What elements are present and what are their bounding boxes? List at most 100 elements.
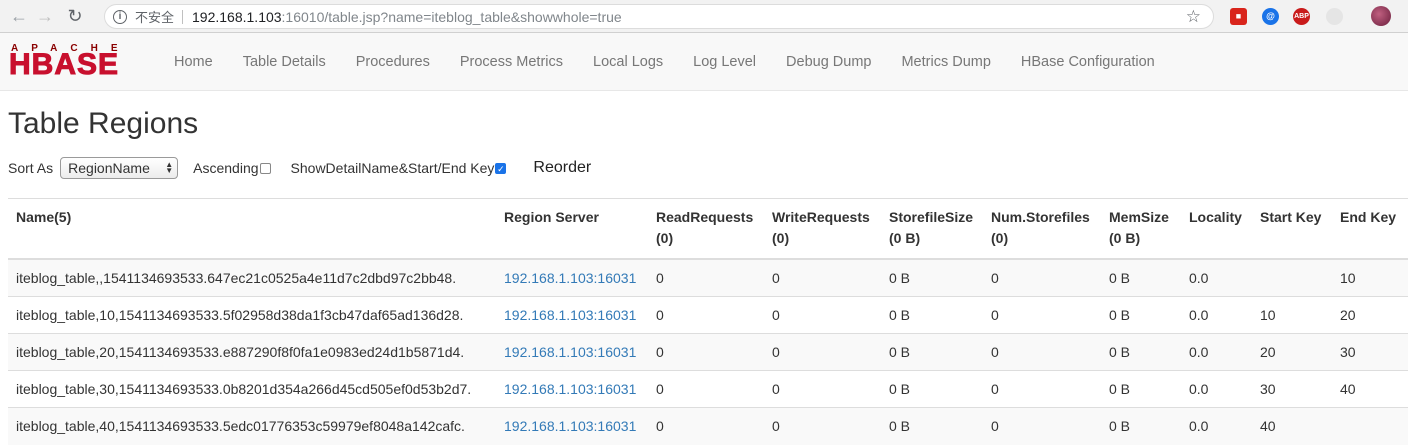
column-header: Num.Storefiles (0) bbox=[983, 198, 1101, 260]
nav-link-table-details[interactable]: Table Details bbox=[228, 54, 341, 70]
table-cell: 0 B bbox=[881, 407, 983, 445]
ascending-label: Ascending bbox=[193, 160, 259, 176]
table-row: iteblog_table,20,1541134693533.e887290f8… bbox=[8, 333, 1408, 371]
table-cell: 0 bbox=[764, 258, 881, 297]
column-header: ReadRequests (0) bbox=[648, 198, 764, 260]
hbase-logo[interactable]: APACHE HBASE bbox=[8, 43, 149, 82]
table-cell: 40 bbox=[1252, 407, 1332, 445]
table-cell bbox=[1332, 407, 1408, 445]
table-cell: 0 B bbox=[1101, 333, 1181, 371]
table-cell: iteblog_table,30,1541134693533.0b8201d35… bbox=[8, 370, 496, 408]
region-server-link[interactable]: 192.168.1.103:16031 bbox=[504, 307, 636, 323]
table-cell: 0 B bbox=[881, 258, 983, 297]
table-header-row: Name(5) Region Server ReadRequests (0) Write… bbox=[8, 198, 1408, 260]
table-cell: 0 B bbox=[881, 370, 983, 408]
column-header-label: Start Key bbox=[1260, 209, 1322, 225]
table-cell: iteblog_table,10,1541134693533.5f02958d3… bbox=[8, 296, 496, 334]
table-cell: 192.168.1.103:16031 bbox=[496, 296, 648, 334]
table-cell: 0 B bbox=[881, 333, 983, 371]
table-cell: 0 bbox=[648, 296, 764, 334]
column-header: Name(5) bbox=[8, 198, 496, 260]
main-content: Table Regions Sort As RegionName ▲ ▼ Asce… bbox=[0, 106, 1408, 445]
table-cell: 0 bbox=[764, 296, 881, 334]
table-cell: iteblog_table,40,1541134693533.5edc01776… bbox=[8, 407, 496, 445]
info-icon[interactable]: i bbox=[113, 9, 127, 24]
table-cell: 0.0 bbox=[1181, 407, 1252, 445]
region-server-link[interactable]: 192.168.1.103:16031 bbox=[504, 270, 636, 286]
column-header-label: Region Server bbox=[504, 209, 599, 225]
column-header: Region Server bbox=[496, 198, 648, 260]
forward-arrow-icon[interactable]: → bbox=[32, 3, 58, 29]
table-cell: 0.0 bbox=[1181, 370, 1252, 408]
column-header-label: End Key bbox=[1340, 209, 1397, 225]
table-cell: 40 bbox=[1332, 370, 1408, 408]
nav-link-procedures[interactable]: Procedures bbox=[341, 54, 445, 70]
column-header-label: Locality bbox=[1189, 209, 1242, 225]
table-cell: 0 bbox=[983, 407, 1101, 445]
bookmark-star-icon[interactable]: ☆ bbox=[1186, 7, 1201, 27]
url-host: 192.168.1.103 bbox=[192, 8, 282, 25]
nav-link-home[interactable]: Home bbox=[159, 54, 228, 70]
table-cell: 0 bbox=[764, 333, 881, 371]
table-row: iteblog_table,30,1541134693533.0b8201d35… bbox=[8, 370, 1408, 408]
profile-avatar[interactable] bbox=[1371, 6, 1391, 26]
table-cell: 192.168.1.103:16031 bbox=[496, 258, 648, 297]
extension-red-icon[interactable]: ■ bbox=[1230, 8, 1247, 25]
column-header-total: (0) bbox=[656, 230, 674, 246]
table-cell: 0 bbox=[648, 258, 764, 297]
column-header-label: StorefileSize bbox=[889, 209, 974, 225]
column-header-label: MemSize bbox=[1109, 209, 1169, 225]
table-row: iteblog_table,,1541134693533.647ec21c052… bbox=[8, 258, 1408, 297]
show-detail-checkbox[interactable]: ✓ bbox=[495, 162, 507, 174]
select-arrows-icon: ▲ ▼ bbox=[165, 160, 174, 175]
table-cell: 10 bbox=[1332, 258, 1408, 297]
sort-label: Sort As bbox=[8, 160, 54, 176]
column-header-label: Num.Storefiles bbox=[991, 209, 1090, 225]
table-row: iteblog_table,40,1541134693533.5edc01776… bbox=[8, 407, 1408, 445]
nav-link-debug-dump[interactable]: Debug Dump bbox=[771, 54, 886, 70]
reload-icon[interactable]: ↻ bbox=[62, 3, 88, 29]
page-title: Table Regions bbox=[8, 107, 199, 140]
table-cell: 0 bbox=[983, 370, 1101, 408]
table-body: iteblog_table,,1541134693533.647ec21c052… bbox=[8, 258, 1408, 445]
table-cell: 0 B bbox=[881, 296, 983, 334]
nav-link-hbase-configuration[interactable]: HBase Configuration bbox=[1006, 54, 1170, 70]
table-cell: 0 bbox=[648, 370, 764, 408]
column-header: End Key bbox=[1332, 198, 1408, 260]
table-cell: 30 bbox=[1332, 333, 1408, 371]
show-detail-label: ShowDetailName&Start/End Key bbox=[290, 160, 495, 176]
region-server-link[interactable]: 192.168.1.103:16031 bbox=[504, 381, 636, 397]
table-cell: 20 bbox=[1332, 296, 1408, 334]
column-header-label: Name(5) bbox=[16, 209, 72, 225]
sort-select-value: RegionName bbox=[68, 160, 150, 176]
region-server-link[interactable]: 192.168.1.103:16031 bbox=[504, 344, 636, 360]
nav-link-metrics-dump[interactable]: Metrics Dump bbox=[886, 54, 1005, 70]
table-cell: 0 bbox=[764, 370, 881, 408]
table-cell: 192.168.1.103:16031 bbox=[496, 333, 648, 371]
table-cell: iteblog_table,,1541134693533.647ec21c052… bbox=[8, 258, 496, 297]
table-cell: 0 bbox=[648, 407, 764, 445]
column-header: WriteRequests (0) bbox=[764, 198, 881, 260]
sort-select[interactable]: RegionName ▲ ▼ bbox=[60, 157, 179, 179]
adblock-icon[interactable]: ABP bbox=[1293, 8, 1310, 25]
table-cell: 0 bbox=[983, 333, 1101, 371]
address-bar[interactable]: i 不安全 192.168.1.103:16010/table.jsp?name… bbox=[104, 4, 1214, 29]
ascending-checkbox[interactable] bbox=[259, 162, 271, 174]
column-header: MemSize (0 B) bbox=[1101, 198, 1181, 260]
regions-table: Name(5) Region Server ReadRequests (0) Write… bbox=[8, 198, 1408, 445]
nav-link-log-level[interactable]: Log Level bbox=[678, 54, 771, 70]
table-cell: iteblog_table,20,1541134693533.e887290f8… bbox=[8, 333, 496, 371]
table-cell: 0 bbox=[983, 258, 1101, 297]
back-arrow-icon[interactable]: ← bbox=[6, 3, 32, 29]
nav-link-local-logs[interactable]: Local Logs bbox=[578, 54, 678, 70]
table-cell: 0 bbox=[983, 296, 1101, 334]
extension-grey-icon[interactable] bbox=[1326, 8, 1343, 25]
table-cell: 30 bbox=[1252, 370, 1332, 408]
nav-link-process-metrics[interactable]: Process Metrics bbox=[445, 54, 578, 70]
table-controls: Sort As RegionName ▲ ▼ Ascending ShowDeta… bbox=[8, 156, 1400, 180]
region-server-link[interactable]: 192.168.1.103:16031 bbox=[504, 418, 636, 434]
column-header: StorefileSize (0 B) bbox=[881, 198, 983, 260]
extension-blue-icon[interactable]: @ bbox=[1262, 8, 1279, 25]
column-header-total: (0 B) bbox=[889, 230, 921, 246]
reorder-button[interactable]: Reorder bbox=[533, 159, 591, 177]
